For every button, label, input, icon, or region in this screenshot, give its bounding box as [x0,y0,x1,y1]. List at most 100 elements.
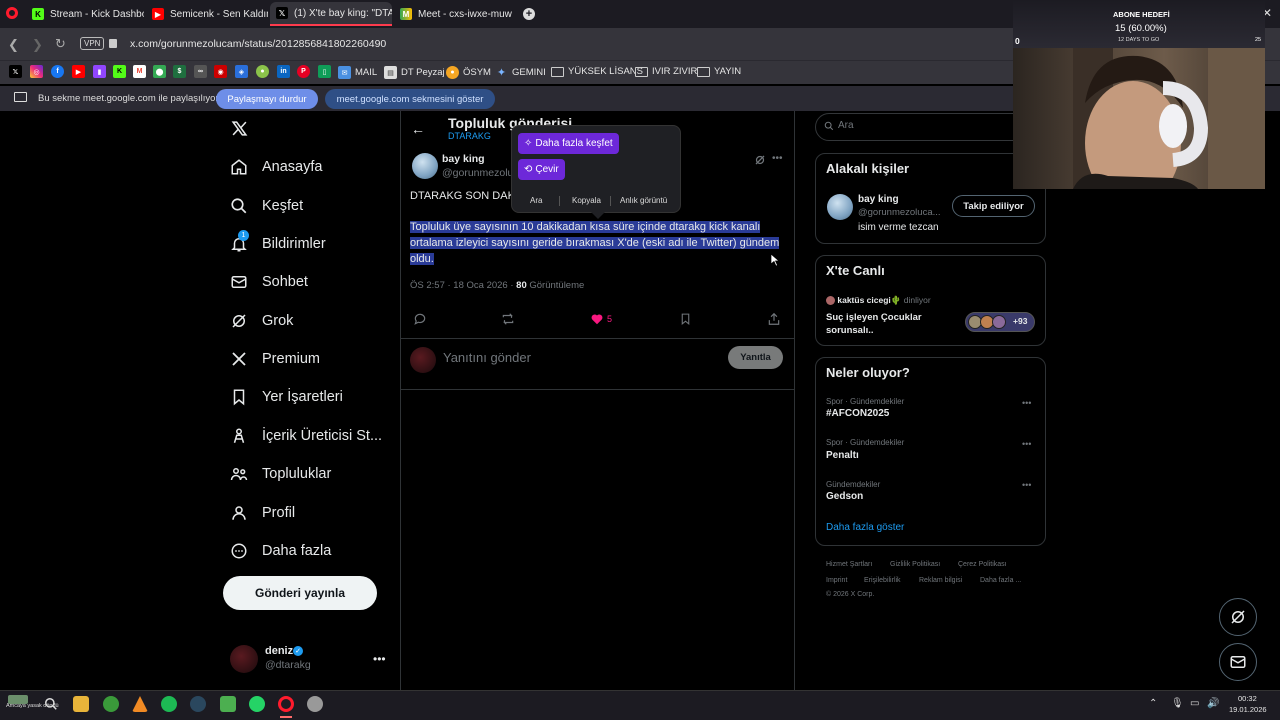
footer-link[interactable]: Daha fazla ... [980,577,1021,584]
community-link[interactable]: DTARAKG [448,131,491,141]
show-meet-tab-button[interactable]: meet.google.com sekmesini göster [325,89,495,109]
bookmark-gmail-icon[interactable]: M [133,65,146,78]
live-space-title[interactable]: Suç işleyen Çocuklar sorunsalı.. [826,311,946,337]
nav-premium[interactable]: Premium [230,350,320,368]
trend-item[interactable]: Penaltı [826,450,859,461]
steam-icon[interactable] [190,696,206,712]
reply-input[interactable]: Yanıtını gönder [443,350,531,365]
bookmark-red-icon[interactable]: ◉ [214,65,227,78]
share-icon[interactable] [767,312,781,326]
messages-fab-button[interactable] [1219,643,1257,681]
url-field[interactable]: x.com/gorunmezolucam/status/201285684180… [130,38,386,50]
bookmark-gemini[interactable]: ✦ GEMINI [495,66,546,79]
search-icon[interactable] [44,697,58,711]
footer-link[interactable]: Çerez Politikası [958,561,1007,568]
tray-chevron-icon[interactable]: ⌃ [1149,698,1157,709]
trend-more-icon[interactable]: ••• [1022,439,1031,449]
tab-x-post[interactable]: 𝕏 (1) X'te bay king: "DTARAI [270,2,392,26]
tab-youtube[interactable]: ▶ Semicenk - Sen Kaldın (pr [146,2,268,26]
back-nav-icon[interactable]: ❮ [8,37,19,53]
bookmark-blue-icon[interactable]: ◈ [235,65,248,78]
grok-icon[interactable] [754,154,766,166]
xbox-icon[interactable] [103,696,119,712]
translate-button[interactable]: ⟲ Çevir [518,159,565,180]
author-name[interactable]: bay king [442,153,485,165]
footer-link[interactable]: Hizmet Şartları [826,561,872,568]
nav-bookmarks[interactable]: Yer İşaretleri [230,388,343,406]
trend-more-icon[interactable]: ••• [1022,480,1031,490]
bookmark-pinterest-icon[interactable]: P [297,65,310,78]
bookmark-maps-icon[interactable]: ⬤ [153,65,166,78]
vpn-badge[interactable]: VPN [80,37,105,50]
trend-item[interactable]: #AFCON2025 [826,408,889,419]
bookmark-kick-icon[interactable]: K [113,65,126,78]
reply-icon[interactable] [413,312,427,326]
nav-grok[interactable]: Grok [230,312,293,330]
popup-snapshot-option[interactable]: Anlık görüntü [620,196,667,205]
trend-item[interactable]: Gedson [826,491,863,502]
trend-more-icon[interactable]: ••• [1022,398,1031,408]
volume-icon[interactable]: 🔊 [1207,698,1219,709]
popup-copy-option[interactable]: Kopyala [572,196,601,205]
live-host[interactable]: kaktüs cicegi🌵 dinliyor [826,295,931,306]
discover-more-button[interactable]: ✧ Daha fazla keşfet [518,133,619,154]
footer-link[interactable]: Imprint [826,577,847,584]
bookmark-instagram-icon[interactable]: ◎ [30,65,43,78]
clock[interactable]: 00:32 [1238,694,1257,703]
tab-meet[interactable]: M Meet - cxs-iwxe-muw [394,2,512,26]
file-explorer-icon[interactable] [73,696,89,712]
bookmark-mail[interactable]: ✉ MAIL [338,66,377,79]
bookmark-dt-peyzaj[interactable]: ▤ DT Peyzaj [384,66,445,79]
related-name[interactable]: bay king [858,194,899,205]
bookmark-linkedin-icon[interactable]: in [277,65,290,78]
account-more-icon[interactable]: ••• [373,652,386,666]
opera-logo-icon[interactable] [6,7,18,19]
settings-icon[interactable] [307,696,323,712]
bookmark-icon[interactable] [679,312,692,326]
bookmark-facebook-icon[interactable]: f [51,65,64,78]
nav-communities[interactable]: Topluluklar [230,465,331,483]
nav-notifications[interactable]: 1 Bildirimler [230,230,326,253]
show-more-link[interactable]: Daha fazla göster [826,522,904,533]
new-tab-icon[interactable]: + [523,8,535,20]
following-button[interactable]: Takip ediliyor [952,195,1035,217]
bookmark-link-icon[interactable]: ∞ [194,65,207,78]
footer-link[interactable]: Reklam bilgisi [919,577,962,584]
forward-nav-icon[interactable]: ❯ [32,37,43,53]
reload-icon[interactable]: ↻ [55,36,66,52]
nav-home[interactable]: Anasayfa [230,158,322,176]
bookmark-phone-icon[interactable]: ▯ [318,65,331,78]
microphone-icon[interactable]: 🎙 [1171,698,1184,709]
popup-search-option[interactable]: Ara [530,196,542,205]
post-button[interactable]: Gönderi yayınla [223,576,377,610]
bookmark-dollar-icon[interactable]: $ [173,65,186,78]
tab-kick-dashboard[interactable]: K Stream - Kick Dashboard [26,2,144,26]
repost-icon[interactable] [501,312,515,326]
bookmark-twitch-icon[interactable]: ▮ [93,65,106,78]
nav-more[interactable]: Daha fazla [230,542,331,560]
bookmark-osym[interactable]: ● ÖSYM [446,66,491,79]
nav-messages[interactable]: Sohbet [230,273,308,291]
back-arrow-icon[interactable]: ← [411,121,425,137]
footer-link[interactable]: Gizlilik Politikası [890,561,940,568]
nav-profile[interactable]: Profil [230,504,295,522]
network-icon[interactable]: ▭ [1190,698,1199,709]
nav-creator-studio[interactable]: İçerik Üreticisi St... [230,427,382,445]
like-icon[interactable] [590,312,604,326]
nav-explore[interactable]: Keşfet [230,197,303,215]
chat-app-icon[interactable] [220,696,236,712]
related-avatar[interactable] [827,194,853,220]
grok-fab-button[interactable] [1219,598,1257,636]
avatar[interactable] [230,645,258,673]
stop-sharing-button[interactable]: Paylaşmayı durdur [216,89,318,109]
bookmark-youtube-icon[interactable]: ▶ [72,65,85,78]
reply-button[interactable]: Yanıtla [728,346,783,369]
footer-link[interactable]: Erişilebilirlik [864,577,901,584]
author-avatar[interactable] [412,153,438,179]
bookmark-ivir-zivir[interactable]: IVIR ZIVIR [635,66,697,77]
whatsapp-icon[interactable] [249,696,265,712]
x-logo-icon[interactable] [231,120,248,137]
bookmark-green-icon[interactable]: ● [256,65,269,78]
bookmark-yayin[interactable]: YAYIN [697,66,741,77]
opera-icon[interactable] [278,696,294,712]
